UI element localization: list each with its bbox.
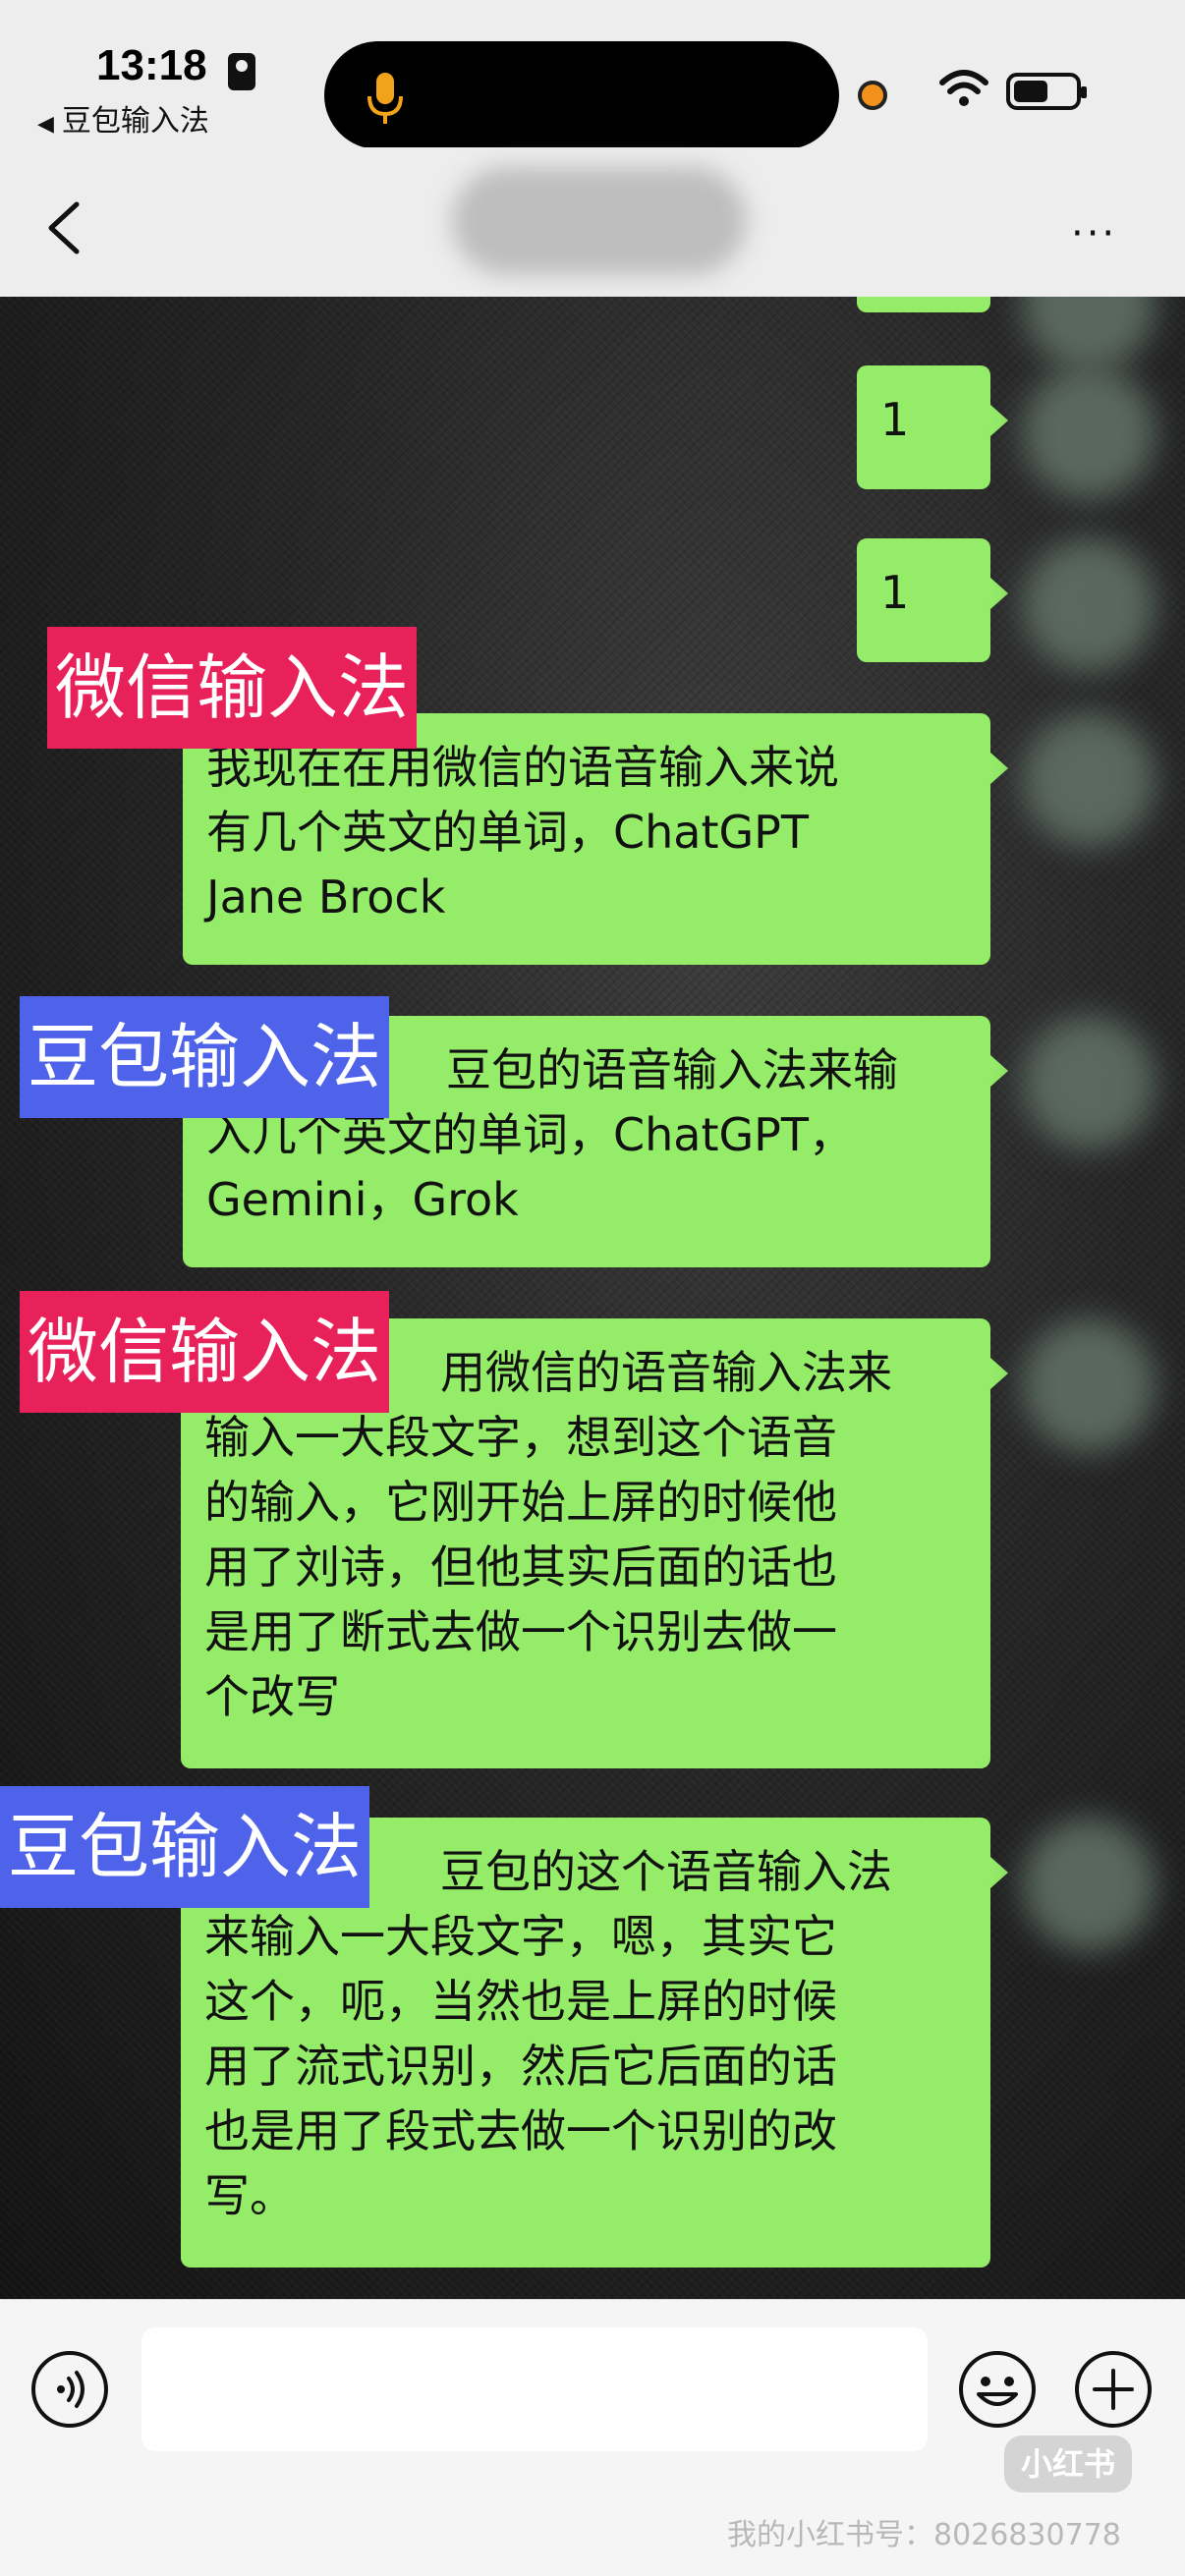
message-text: 用了刘诗，但他其实后面的话也	[204, 1540, 837, 1594]
avatar[interactable]	[1022, 713, 1156, 847]
back-triangle-icon: ◀	[37, 112, 54, 137]
message-text: 输入一大段文字，想到这个语音	[204, 1411, 837, 1464]
message-text: 1	[880, 393, 910, 446]
status-bar: 13:18 ◀ 豆包输入法	[0, 0, 1185, 149]
message-text: 写。	[204, 2169, 295, 2222]
avatar[interactable]	[1022, 1318, 1156, 1452]
annotation-tag-wechat: 微信输入法	[47, 627, 418, 749]
back-app-label: 豆包输入法	[61, 104, 209, 139]
message-text: 1	[880, 566, 910, 619]
message-text: Jane Brock	[206, 870, 446, 924]
message-bubble[interactable]: 1	[857, 365, 1008, 489]
message-text: 有几个英文的单词，ChatGPT	[206, 806, 809, 859]
back-chevron-icon[interactable]	[45, 200, 83, 255]
message-bubble-partial[interactable]	[857, 297, 990, 312]
message-text: 是用了断式去做一个识别去做一	[204, 1605, 837, 1658]
contact-name-redacted	[452, 167, 747, 275]
avatar[interactable]	[1022, 1016, 1156, 1149]
message-text: 也是用了段式去做一个识别的改	[204, 2104, 837, 2157]
message-text: 这个，呃，当然也是上屏的时候	[204, 1975, 837, 2028]
annotation-tag-doubao: 豆包输入法	[20, 996, 390, 1118]
avatar[interactable]	[1022, 1818, 1156, 1951]
annotation-tag-doubao: 豆包输入法	[0, 1786, 370, 1908]
annotation-tag-wechat: 微信输入法	[20, 1291, 390, 1413]
avatar[interactable]	[1022, 365, 1156, 499]
avatar[interactable]	[1022, 538, 1156, 672]
more-options-button[interactable]: ···	[1071, 214, 1117, 253]
emoji-icon[interactable]	[957, 2349, 1038, 2430]
microphone-icon	[367, 73, 403, 124]
plus-icon[interactable]	[1073, 2349, 1154, 2430]
watermark-logo: 小红书	[1004, 2436, 1132, 2492]
message-text: 来输入一大段文字，嗯，其实它	[204, 1910, 837, 1963]
input-bar: 小红书 我的小红书号：8026830778	[0, 2299, 1185, 2576]
message-text: 用了流式识别，然后它后面的话	[204, 2040, 837, 2093]
message-text: Gemini，Grok	[206, 1173, 519, 1226]
message-bubble[interactable]: 1	[857, 538, 1008, 662]
message-text: 的输入，它刚开始上屏的时候他	[204, 1476, 837, 1529]
id-card-icon	[228, 53, 255, 90]
voice-icon[interactable]	[29, 2349, 110, 2430]
watermark-text: 我的小红书号：8026830778	[727, 2518, 1121, 2552]
recording-indicator-icon	[858, 81, 887, 110]
message-text: 个改写	[204, 1670, 340, 1723]
clock: 13:18	[96, 41, 207, 89]
battery-icon	[1006, 73, 1087, 110]
avatar[interactable]	[1022, 297, 1156, 371]
chat-area[interactable]: 1 1 我现在在用微信的语音输入来说 有几个英文的单词，ChatGPT Jane…	[0, 297, 1185, 2299]
message-input[interactable]	[141, 2327, 928, 2451]
message-bubble[interactable]: 我现在在用微信的语音输入来说 有几个英文的单词，ChatGPT Jane Bro…	[183, 713, 1008, 965]
wifi-icon	[939, 70, 988, 106]
back-to-app-link[interactable]: ◀ 豆包输入法	[37, 96, 209, 140]
